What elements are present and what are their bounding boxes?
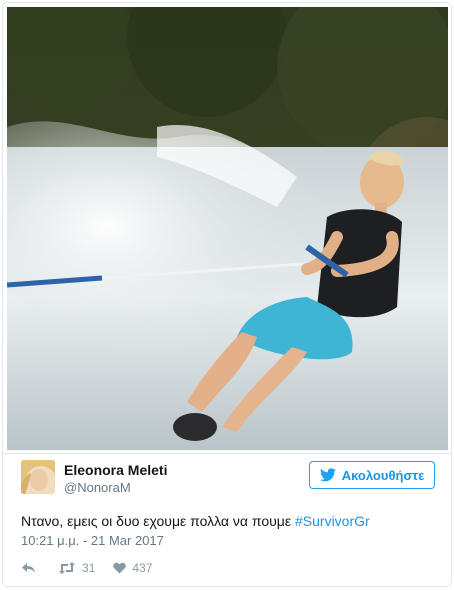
tweet-photo[interactable] [7,7,448,450]
hashtag-link[interactable]: #SurvivorGr [295,513,370,529]
tweet-card: Eleonora Meleti @NonoraM Ακολουθήστε Ντα… [2,2,452,587]
avatar[interactable] [21,460,55,494]
like-count: 437 [132,561,153,575]
retweet-button[interactable]: 31 [58,561,95,575]
author-handle[interactable]: @NonoraM [64,480,131,495]
waterski-photo-art [7,7,448,450]
follow-button-label: Ακολουθήστε [341,467,425,483]
heart-icon [113,562,127,574]
photo-divider [3,453,451,454]
author-name[interactable]: Eleonora Meleti [64,462,167,478]
retweet-count: 31 [82,561,96,575]
tweet-body: Ντανο, εμεις οι δυο εχουμε πολλα να πουμ… [21,513,295,529]
tweet-text: Ντανο, εμεις οι δυο εχουμε πολλα να πουμ… [21,513,441,529]
reply-button[interactable] [21,562,36,574]
reply-icon [22,563,35,573]
twitter-bird-icon [319,468,336,482]
avatar-image [21,460,55,494]
tweet-timestamp[interactable]: 10:21 μ.μ. - 21 Mar 2017 [21,533,164,548]
tweet-actions: 31 437 [21,559,152,577]
retweet-icon [59,562,75,574]
like-button[interactable]: 437 [113,561,152,575]
follow-button[interactable]: Ακολουθήστε [309,461,435,489]
